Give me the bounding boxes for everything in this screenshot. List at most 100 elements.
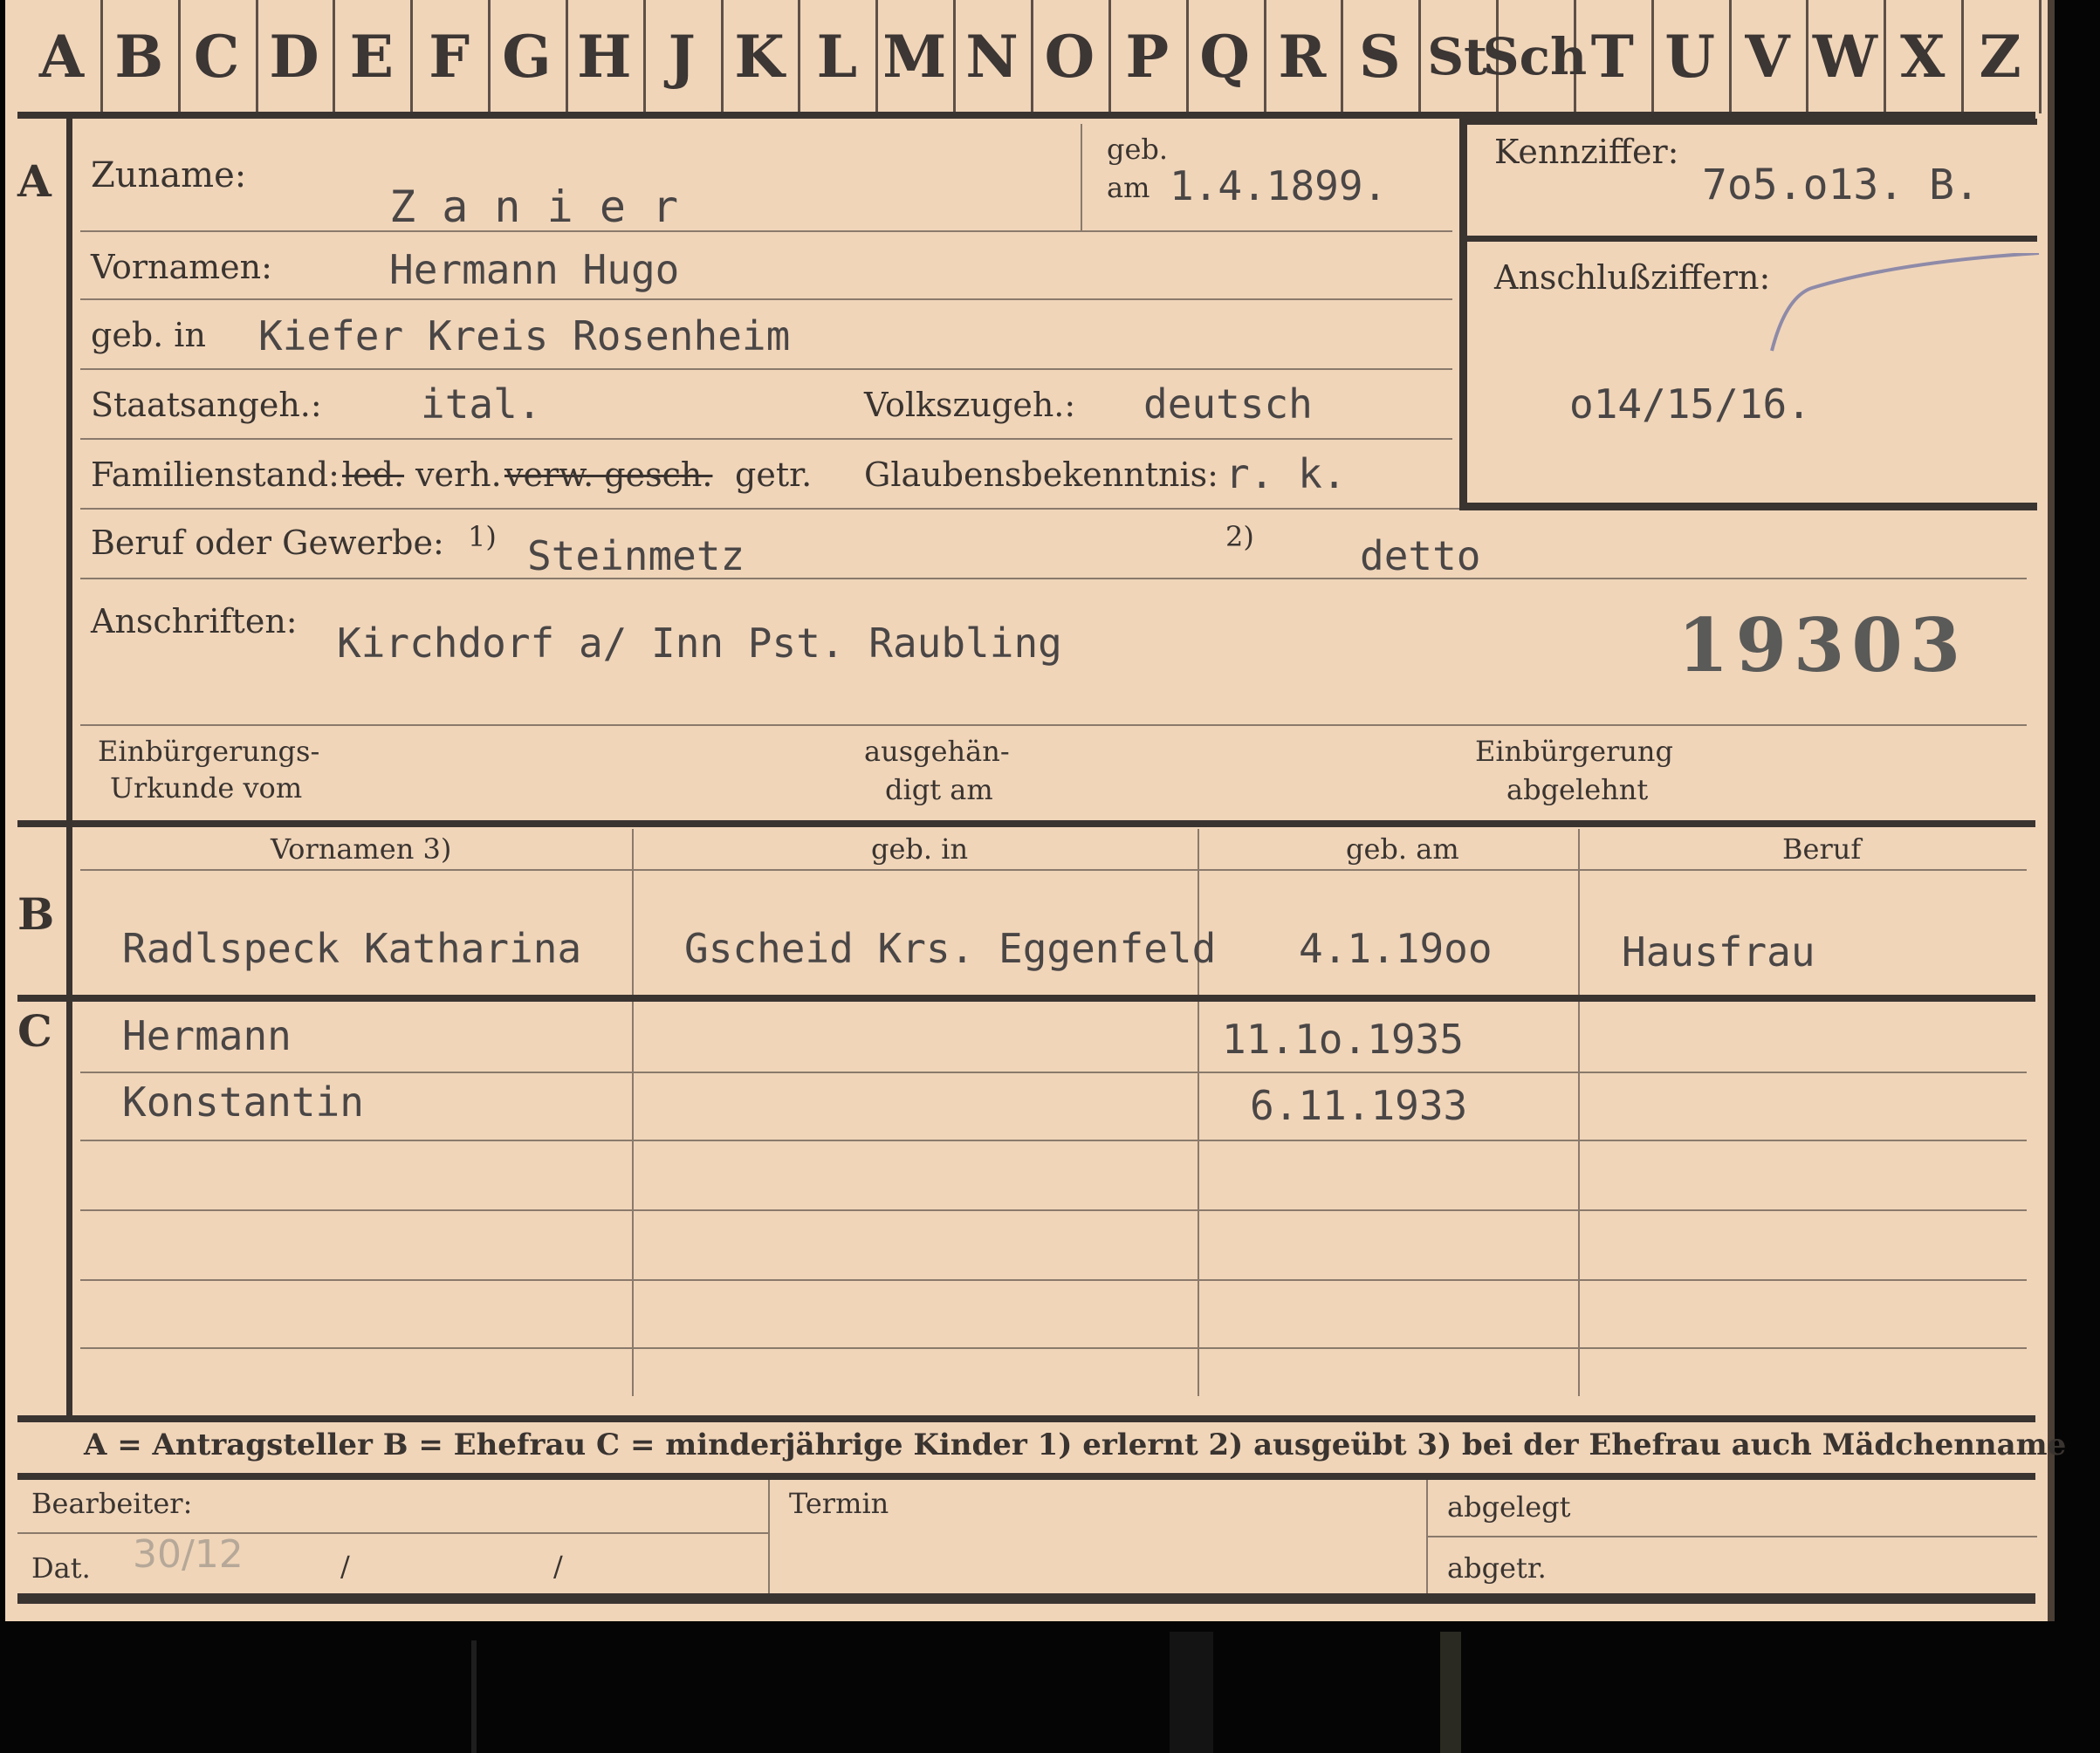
handed-over-label-2: digt am bbox=[885, 773, 993, 806]
section-b-bottom bbox=[17, 995, 2035, 1002]
child-2-names: Konstantin bbox=[122, 1079, 364, 1126]
header-born-on: geb. am bbox=[1346, 832, 1459, 866]
alphabet-tab-r: R bbox=[1264, 0, 1344, 113]
wife-born-on: 4.1.19oo bbox=[1299, 925, 1493, 972]
rule bbox=[1426, 1536, 2037, 1537]
alphabet-tab-u: U bbox=[1651, 0, 1732, 113]
rule bbox=[80, 869, 2027, 871]
marital-struck-single: led. bbox=[342, 455, 405, 494]
alphabet-tab-g: G bbox=[488, 0, 568, 113]
occupation-label: Beruf oder Gewerbe: bbox=[91, 524, 444, 562]
rule bbox=[80, 724, 2027, 726]
handed-over-label-1: ausgehän- bbox=[864, 735, 1010, 768]
rule bbox=[80, 230, 1452, 232]
table-bottom bbox=[17, 1415, 2035, 1422]
refused-label-2: abgelehnt bbox=[1506, 773, 1649, 806]
linked-label: Anschlußziffern: bbox=[1494, 258, 1771, 297]
refused-label-1: Einbürgerung bbox=[1475, 735, 1674, 768]
naturalization-label-1: Einbürgerungs- bbox=[98, 735, 320, 768]
born-on-label-2: am bbox=[1107, 171, 1150, 204]
id-box-mid bbox=[1459, 236, 2037, 242]
pencil-mark bbox=[1770, 253, 2040, 352]
section-c-letter: C bbox=[17, 1005, 52, 1057]
filed-by-label: abgetr. bbox=[1447, 1551, 1547, 1585]
header-occupation: Beruf bbox=[1782, 832, 1862, 866]
column-divider bbox=[1578, 829, 1580, 1396]
born-on-label-1: geb. bbox=[1107, 133, 1169, 166]
id-label: Kennziffer: bbox=[1494, 133, 1679, 171]
alphabet-tab-j: J bbox=[643, 0, 724, 113]
id-box-left bbox=[1459, 119, 1467, 510]
alphabet-tab-z: Z bbox=[1961, 0, 2042, 113]
section-a-letter: A bbox=[17, 155, 51, 207]
citizenship-value: ital. bbox=[421, 380, 542, 428]
child-1-names: Hermann bbox=[122, 1012, 292, 1059]
alphabet-tab-p: P bbox=[1108, 0, 1189, 113]
left-frame-line bbox=[66, 119, 72, 1419]
born-on-divider bbox=[1081, 124, 1082, 230]
date-label: Dat. bbox=[31, 1551, 91, 1585]
occupation-practised-value: detto bbox=[1360, 532, 1481, 579]
scan-streak bbox=[1440, 1632, 1461, 1753]
first-names-label: Vornamen: bbox=[91, 248, 272, 286]
wife-birthplace: Gscheid Krs. Eggenfeld bbox=[684, 925, 1217, 972]
clerk-label: Bearbeiter: bbox=[31, 1487, 193, 1520]
date-slash-1: / bbox=[340, 1550, 350, 1583]
rule bbox=[80, 1209, 2027, 1211]
alphabet-tab-k: K bbox=[721, 0, 801, 113]
scan-streak bbox=[1170, 1632, 1213, 1753]
header-first-names: Vornamen 3) bbox=[271, 832, 452, 866]
surname-value: Z a n i e r bbox=[389, 181, 679, 232]
section-a-bottom bbox=[17, 820, 2035, 827]
alphabet-tab-sch: Sch bbox=[1483, 0, 1587, 113]
rule bbox=[80, 578, 2027, 579]
legend-bottom bbox=[17, 1473, 2035, 1480]
tab-row-divider bbox=[17, 112, 2035, 119]
alphabet-tab-d: D bbox=[256, 0, 336, 113]
alphabet-tab-h: H bbox=[566, 0, 646, 113]
alphabet-tab-s: S bbox=[1341, 0, 1422, 113]
birthplace-label: geb. in bbox=[91, 316, 206, 354]
header-birthplace: geb. in bbox=[871, 832, 969, 866]
wife-occupation: Hausfrau bbox=[1622, 928, 1815, 976]
legend: A = Antragsteller B = Ehefrau C = minder… bbox=[84, 1428, 2067, 1462]
id-box-bottom bbox=[1459, 503, 2037, 510]
alphabet-tab-row: A B C D E F G H J K L M N O P Q R S St Sch T U V W X Z bbox=[23, 0, 2042, 113]
alphabet-tab-c: C bbox=[178, 0, 258, 113]
rule bbox=[80, 368, 1452, 370]
rule bbox=[80, 298, 1452, 300]
alphabet-tab-w: W bbox=[1806, 0, 1887, 113]
birthplace-value: Kiefer Kreis Rosenheim bbox=[258, 312, 791, 360]
alphabet-tab-q: Q bbox=[1186, 0, 1266, 113]
rule bbox=[80, 1140, 2027, 1141]
address-label: Anschriften: bbox=[91, 602, 298, 640]
id-value: 7o5.o13. B. bbox=[1702, 161, 1980, 209]
alphabet-tab-a: A bbox=[23, 0, 103, 113]
marital-status-label: Familienstand: bbox=[91, 455, 340, 494]
alphabet-tab-m: M bbox=[875, 0, 957, 113]
footer-divider bbox=[768, 1480, 770, 1593]
index-card: A B C D E F G H J K L M N O P Q R S St Sch T U V W X Z A B C Zuna… bbox=[5, 0, 2066, 1621]
alphabet-tab-f: F bbox=[410, 0, 491, 113]
alphabet-tab-l: L bbox=[798, 0, 879, 113]
child-2-born-on: 6.11.1933 bbox=[1250, 1082, 1468, 1129]
rule bbox=[17, 1532, 768, 1534]
surname-label: Zuname: bbox=[91, 155, 247, 195]
linked-value: o14/15/16. bbox=[1569, 380, 1811, 428]
born-on-value: 1.4.1899. bbox=[1170, 162, 1388, 209]
alphabet-tab-v: V bbox=[1729, 0, 1809, 113]
rule bbox=[80, 438, 1452, 440]
ethnicity-value: deutsch bbox=[1143, 380, 1313, 428]
card-bottom-edge bbox=[17, 1593, 2035, 1604]
ethnicity-label: Volkszugeh.: bbox=[864, 386, 1076, 424]
citizenship-label: Staatsangeh.: bbox=[91, 386, 322, 424]
rule bbox=[80, 1347, 2027, 1349]
occupation-footnote-2: 2) bbox=[1225, 520, 1254, 553]
column-divider bbox=[1198, 829, 1199, 1396]
alphabet-tab-e: E bbox=[333, 0, 414, 113]
date-pencil-value: 30/12 bbox=[133, 1532, 244, 1577]
first-names-value: Hermann Hugo bbox=[389, 246, 680, 293]
stamp-number: 19303 bbox=[1678, 602, 1968, 688]
address-value: Kirchdorf a/ Inn Pst. Raubling bbox=[337, 620, 1062, 667]
alphabet-tab-t: T bbox=[1574, 0, 1654, 113]
